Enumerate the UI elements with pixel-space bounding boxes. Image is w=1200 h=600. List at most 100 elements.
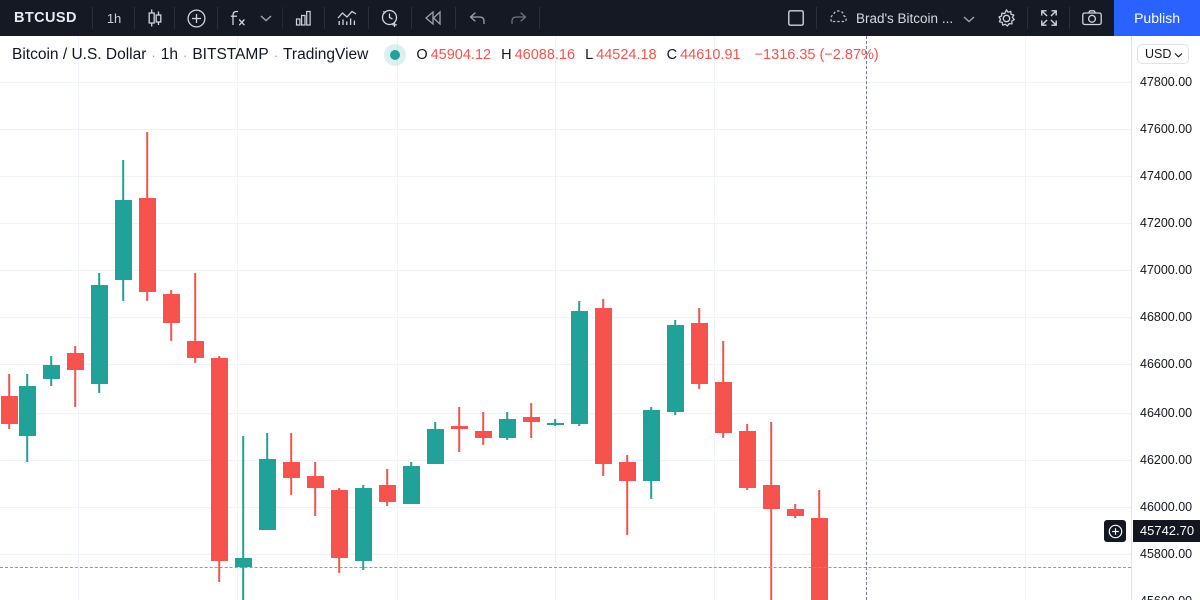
price-change: −1316.35 (−2.87%) [754, 47, 879, 63]
close-label: C [666, 47, 678, 63]
candlestick [282, 36, 300, 600]
candle-body [594, 308, 612, 465]
candle-body [666, 324, 684, 413]
gear-icon[interactable] [985, 0, 1029, 36]
candle-body [402, 466, 420, 505]
gridline-vertical [1025, 36, 1026, 600]
candlestick [738, 36, 756, 600]
candlestick [522, 36, 540, 600]
fullscreen-icon[interactable] [1028, 0, 1071, 36]
candle-body [354, 487, 372, 561]
currency-label: USD [1145, 47, 1172, 61]
undo-icon[interactable] [456, 0, 498, 36]
redo-icon[interactable] [498, 0, 541, 36]
candlestick [66, 36, 84, 600]
candlestick [234, 36, 252, 600]
candle-body [474, 431, 492, 439]
chevron-down-icon[interactable] [961, 11, 975, 26]
candle-body [234, 558, 252, 567]
candlestick [618, 36, 636, 600]
fx-icon[interactable] [218, 0, 258, 36]
candlestick [114, 36, 132, 600]
legend-source: TradingView [283, 46, 369, 63]
layout-icon[interactable] [775, 0, 817, 36]
chart-templates-icon[interactable] [325, 0, 370, 36]
publish-button[interactable]: Publish [1114, 0, 1200, 36]
candlestick [786, 36, 804, 600]
chevron-down-icon[interactable] [258, 0, 284, 36]
interval-selector[interactable]: 1h [93, 0, 136, 36]
high-value: 46088.16 [514, 47, 576, 63]
bar-replay-icon[interactable] [412, 0, 457, 36]
candlestick [570, 36, 588, 600]
candlestick-icon[interactable] [135, 0, 176, 36]
legend-separator: · [273, 47, 279, 63]
candle-body [810, 518, 828, 600]
candle-body [0, 395, 18, 424]
candle-wick [770, 421, 772, 600]
candle-body [498, 419, 516, 439]
candle-body [618, 461, 636, 481]
camera-icon[interactable] [1070, 0, 1114, 36]
chevron-down-icon[interactable] [1174, 47, 1183, 61]
legend-symbol-title[interactable]: Bitcoin / U.S. Dollar [12, 46, 146, 64]
low-value: 44524.18 [596, 47, 657, 63]
candle-body [330, 489, 348, 559]
price-tick-label: 46200.00 [1140, 453, 1193, 467]
symbol-search-button[interactable]: BTCUSD [0, 0, 93, 36]
open-value: 45904.12 [430, 47, 492, 63]
price-scale[interactable]: 47800.00 47600.00 47400.00 47200.00 47000.00… [1131, 36, 1200, 600]
chart-canvas[interactable] [0, 36, 1131, 600]
price-tick-label: 47400.00 [1140, 169, 1193, 183]
price-tick-label: 45800.00 [1140, 547, 1193, 561]
candle-body [450, 426, 468, 429]
candle-body [186, 341, 204, 358]
indicators-icon[interactable] [283, 0, 326, 36]
add-alert-button[interactable] [1104, 520, 1126, 542]
candlestick [642, 36, 660, 600]
alert-add-icon[interactable] [369, 0, 413, 36]
close-value: 44610.91 [680, 47, 741, 63]
candle-wick [314, 461, 316, 516]
candlestick [474, 36, 492, 600]
candle-body [426, 428, 444, 465]
layout-cloud-icon [829, 9, 848, 28]
status-dot-inner [390, 50, 401, 60]
candle-body [378, 485, 396, 502]
candle-body [714, 381, 732, 434]
candle-body [138, 197, 156, 292]
current-price-badge: 45742.70 [1133, 520, 1200, 542]
candlestick [546, 36, 564, 600]
low-label: L [585, 47, 594, 63]
legend-interval: 1h [160, 46, 178, 63]
candlestick [330, 36, 348, 600]
candle-body [546, 422, 564, 425]
gridline-vertical [397, 36, 398, 600]
candle-wick [482, 412, 484, 446]
price-tick-label: 46600.00 [1140, 357, 1193, 371]
candle-body [210, 357, 228, 561]
candlestick [594, 36, 612, 600]
candle-body [786, 508, 804, 516]
layout-name-button[interactable]: Brad's Bitcoin ... [817, 0, 985, 36]
legend-exchange: BITSTAMP [192, 46, 269, 63]
currency-badge[interactable]: USD [1137, 44, 1190, 64]
candlestick [138, 36, 156, 600]
series-status-dot[interactable] [384, 44, 407, 66]
price-tick-label: 47800.00 [1140, 75, 1193, 89]
candlestick [810, 36, 828, 600]
candle-body [42, 365, 60, 380]
legend-separator: · [182, 47, 188, 63]
candlestick [714, 36, 732, 600]
price-tick-label: 46000.00 [1140, 500, 1193, 514]
current-price-line [0, 567, 1131, 569]
candle-wick [242, 435, 244, 600]
legend-separator: · [151, 47, 156, 63]
high-label: H [501, 47, 512, 63]
candlestick [258, 36, 276, 600]
candle-body [282, 461, 300, 479]
candle-body [762, 485, 780, 509]
candlestick [18, 36, 36, 600]
plus-circle-icon[interactable] [175, 0, 219, 36]
